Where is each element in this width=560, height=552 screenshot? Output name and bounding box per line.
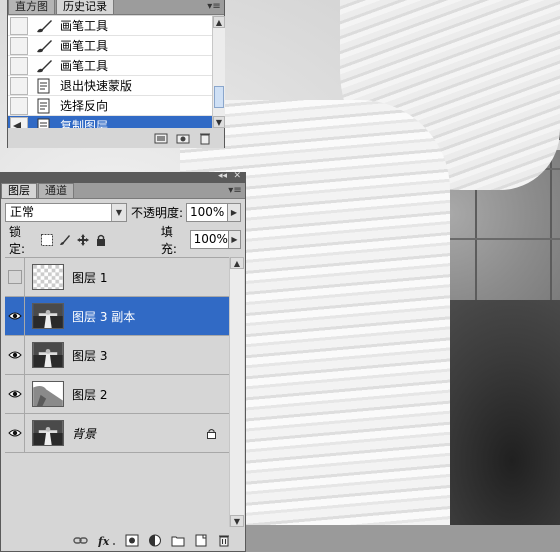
eye-icon[interactable]: [7, 389, 22, 399]
history-source-box[interactable]: [10, 96, 28, 115]
tab-channels[interactable]: 通道: [38, 183, 74, 198]
scroll-down-icon[interactable]: ▼: [230, 515, 244, 527]
new-group-icon[interactable]: [171, 534, 185, 547]
history-item[interactable]: 画笔工具: [8, 16, 212, 36]
history-tabbar: 直方图 历史记录 ▾≡: [8, 0, 224, 15]
layer-style-fx-icon[interactable]: fx: [98, 534, 116, 547]
eye-icon[interactable]: [7, 350, 22, 360]
eye-icon[interactable]: [7, 311, 22, 321]
layer-thumbnail-photo: [32, 420, 64, 446]
layer-thumbnail-transparent: [32, 264, 64, 290]
brush-icon: [37, 59, 52, 72]
visibility-toggle[interactable]: [5, 296, 25, 336]
new-layer-icon[interactable]: [194, 534, 208, 547]
visibility-toggle[interactable]: [5, 335, 25, 375]
hidden-eye-slot[interactable]: [7, 270, 22, 284]
visibility-toggle[interactable]: [5, 413, 25, 453]
history-list: 画笔工具 画笔工具 画笔工具 退出快速蒙版 选择反向 复制图层: [8, 16, 212, 136]
opacity-field[interactable]: 100%: [186, 203, 228, 222]
add-mask-icon[interactable]: [125, 534, 139, 547]
layer-row[interactable]: 背景: [5, 413, 229, 453]
history-footer: [8, 128, 224, 148]
history-source-box[interactable]: [10, 76, 28, 95]
layer-row[interactable]: 图层 3: [5, 335, 229, 375]
tab-history[interactable]: 历史记录: [56, 0, 114, 14]
lock-label: 锁定:: [9, 224, 26, 256]
opacity-arrow-icon[interactable]: ▶: [227, 203, 241, 222]
history-item[interactable]: 画笔工具: [8, 56, 212, 76]
layer-name: 图层 3 副本: [72, 309, 136, 324]
history-item-label: 选择反向: [60, 99, 109, 113]
layer-thumbnail-photo: [32, 303, 64, 329]
lock-position-icon[interactable]: [76, 233, 89, 246]
lock-icons: [40, 233, 107, 246]
blend-mode-value: 正常: [10, 205, 35, 219]
history-scrollbar[interactable]: ▲ ▼: [212, 16, 225, 128]
panel-menu-icon[interactable]: ▾≡: [207, 1, 221, 12]
layer-name: 图层 2: [72, 387, 108, 402]
history-source-box[interactable]: [10, 36, 28, 55]
lock-transparent-icon[interactable]: [40, 233, 53, 246]
eye-icon[interactable]: [7, 428, 22, 438]
link-layers-icon[interactable]: [71, 534, 89, 547]
layer-list: 图层 1 图层 3 副本 图层 3 图层 2 背景: [5, 257, 229, 527]
fill-arrow-icon[interactable]: ▶: [228, 230, 241, 249]
history-item[interactable]: 退出快速蒙版: [8, 76, 212, 96]
fill-field[interactable]: 100%: [189, 230, 229, 249]
delete-layer-icon[interactable]: [217, 534, 231, 547]
layer-row[interactable]: 图层 2: [5, 374, 229, 414]
lock-icon: [207, 429, 216, 439]
layer-name: 背景: [72, 426, 97, 441]
brush-icon: [37, 39, 52, 52]
history-item[interactable]: 选择反向: [8, 96, 212, 116]
lock-pixels-icon[interactable]: [59, 234, 71, 246]
layers-panel: ◂◂ ✕ 图层 通道 ▾≡ 正常 ▼ 不透明度: 100% ▶ 锁定: 填充: …: [0, 171, 246, 552]
layer-row-selected[interactable]: 图层 3 副本: [5, 296, 229, 336]
close-panel-icon[interactable]: ✕: [233, 171, 241, 181]
panel-menu-icon[interactable]: ▾≡: [228, 185, 242, 196]
tab-histogram[interactable]: 直方图: [8, 0, 55, 14]
layers-tabbar: 图层 通道 ▾≡: [1, 183, 245, 199]
panel-collapse-bar[interactable]: ◂◂ ✕: [1, 171, 245, 183]
scroll-down-icon[interactable]: ▼: [213, 116, 225, 128]
brush-icon: [37, 19, 52, 32]
scroll-up-icon[interactable]: ▲: [230, 257, 244, 269]
scroll-up-icon[interactable]: ▲: [213, 16, 225, 28]
blend-mode-select[interactable]: 正常 ▼: [5, 203, 127, 222]
layer-thumbnail-mask: [32, 381, 64, 407]
chevron-down-icon[interactable]: ▼: [110, 204, 126, 221]
layers-scrollbar[interactable]: ▲ ▼: [229, 257, 244, 527]
history-item-label: 画笔工具: [60, 59, 109, 73]
lock-fill-row: 锁定: 填充: 100% ▶: [1, 225, 245, 256]
history-source-box[interactable]: [10, 56, 28, 75]
new-document-from-state-icon[interactable]: [154, 132, 168, 145]
layer-name: 图层 1: [72, 270, 108, 285]
history-state-icon: [37, 78, 50, 93]
collapse-icon[interactable]: ◂◂: [218, 171, 227, 181]
blend-opacity-row: 正常 ▼ 不透明度: 100% ▶: [1, 199, 245, 226]
history-panel: 直方图 历史记录 ▾≡ 画笔工具 画笔工具 画笔工具 退出快速蒙版 选择反向 复…: [7, 0, 225, 148]
history-state-icon: [37, 98, 50, 113]
lock-all-icon[interactable]: [95, 234, 107, 246]
history-item-label: 退出快速蒙版: [60, 79, 133, 93]
delete-state-icon[interactable]: [198, 132, 212, 145]
svg-text:fx: fx: [98, 535, 110, 547]
opacity-label: 不透明度:: [130, 206, 184, 220]
layer-name: 图层 3: [72, 348, 108, 363]
scroll-thumb[interactable]: [214, 86, 224, 108]
fill-label: 填充:: [160, 224, 177, 256]
adjustment-layer-icon[interactable]: [148, 534, 162, 547]
layers-footer: fx: [1, 529, 245, 551]
tab-layers[interactable]: 图层: [1, 183, 37, 198]
visibility-toggle[interactable]: [5, 257, 25, 297]
new-snapshot-icon[interactable]: [176, 132, 190, 145]
history-item[interactable]: 画笔工具: [8, 36, 212, 56]
layer-row[interactable]: 图层 1: [5, 257, 229, 297]
history-item-label: 画笔工具: [60, 39, 109, 53]
history-item-label: 画笔工具: [60, 19, 109, 33]
history-source-box[interactable]: [10, 16, 28, 35]
visibility-toggle[interactable]: [5, 374, 25, 414]
layer-thumbnail-photo: [32, 342, 64, 368]
